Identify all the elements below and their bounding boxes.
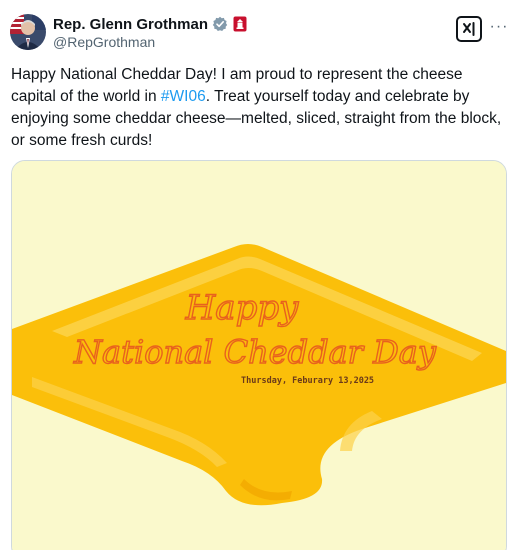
tweet-media-image[interactable]: Happy National Cheddar Day Thursday, Feb… xyxy=(11,160,507,550)
graphic-heading-national: National Cheddar Day xyxy=(73,333,437,371)
avatar-portrait-icon xyxy=(10,14,46,50)
more-icon[interactable]: ··· xyxy=(489,16,509,38)
cheddar-day-graphic: Happy National Cheddar Day Thursday, Feb… xyxy=(12,161,506,550)
graphic-date: Thursday, Feburary 13,2025 xyxy=(241,376,374,386)
author-display-name[interactable]: Rep. Glenn Grothman xyxy=(53,16,208,33)
verified-badge-icon[interactable] xyxy=(212,16,228,32)
author-name-row: Rep. Glenn Grothman xyxy=(53,15,249,33)
avatar[interactable] xyxy=(10,14,46,50)
graphic-heading-happy: Happy xyxy=(185,288,299,328)
congress-badge-icon[interactable] xyxy=(233,16,249,32)
hashtag-link[interactable]: #WI06 xyxy=(161,88,206,105)
grok-icon[interactable] xyxy=(456,16,482,42)
tweet-text: Happy National Cheddar Day! I am proud t… xyxy=(11,64,506,152)
tweet-post: Rep. Glenn Grothman @RepGrothman ··· Hap… xyxy=(0,0,515,550)
author-handle[interactable]: @RepGrothman xyxy=(53,34,155,50)
